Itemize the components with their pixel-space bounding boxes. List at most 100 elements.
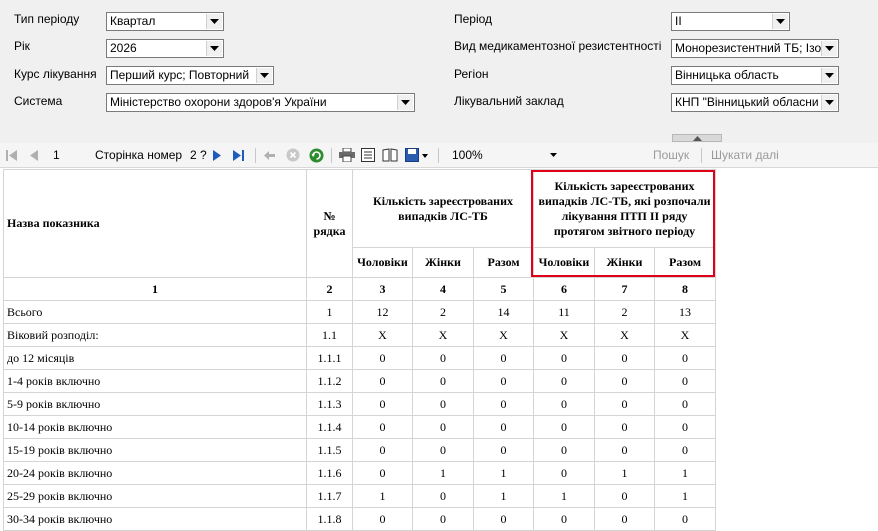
facility-label: Лікувальний заклад	[454, 94, 564, 108]
next-page-icon	[213, 149, 221, 161]
row-number-cell: 1.1.5	[306, 438, 353, 462]
row-number-cell: 1.1.4	[306, 415, 353, 439]
indicator-name-cell: 15-19 років включно	[3, 438, 307, 462]
value-cell: 0	[352, 507, 413, 531]
value-cell: X	[473, 323, 534, 347]
parameters-panel: Тип періоду Квартал Рік 2026 Курс лікува…	[0, 0, 878, 143]
resistance-value: Монорезистентний ТБ; Ізо	[675, 41, 821, 55]
find-button[interactable]: Пошук	[653, 143, 689, 167]
indicator-name-cell: 10-14 років включно	[3, 415, 307, 439]
column-number: 7	[594, 277, 655, 301]
page-setup-button[interactable]	[382, 143, 398, 167]
page-number-input[interactable]: 1	[53, 143, 87, 167]
facility-dropdown[interactable]: КНП "Вінницький обласни	[671, 93, 839, 112]
value-cell: 0	[533, 392, 595, 416]
value-cell: 0	[473, 507, 534, 531]
table-row: Всього 1 12 2 14 11 2 13	[3, 300, 716, 324]
value-cell: 1	[654, 461, 716, 485]
chevron-down-icon	[821, 68, 837, 83]
value-cell: 11	[533, 300, 595, 324]
system-dropdown[interactable]: Міністерство охорони здоров'я України	[106, 93, 415, 112]
find-next-button[interactable]: Шукати далі	[711, 143, 779, 167]
course-label: Курс лікування	[14, 67, 97, 81]
print-button[interactable]	[339, 143, 355, 167]
region-value: Вінницька область	[675, 68, 779, 82]
subheader-cell: Разом	[473, 247, 534, 278]
course-value: Перший курс; Повторний	[110, 68, 250, 82]
region-dropdown[interactable]: Вінницька область	[671, 66, 839, 85]
year-dropdown[interactable]: 2026	[106, 39, 224, 58]
period-dropdown[interactable]: II	[671, 12, 790, 31]
value-cell: 0	[473, 392, 534, 416]
row-number-cell: 1.1.7	[306, 484, 353, 508]
value-cell: 0	[594, 438, 655, 462]
resistance-dropdown[interactable]: Монорезистентний ТБ; Ізо	[671, 39, 839, 58]
system-label: Система	[14, 94, 63, 108]
column-number: 2	[306, 277, 353, 301]
indicator-name-cell: 30-34 років включно	[3, 507, 307, 531]
column-number: 3	[352, 277, 413, 301]
value-cell: 12	[352, 300, 413, 324]
value-cell: 0	[654, 507, 716, 531]
chevron-down-icon	[772, 14, 788, 29]
row-number-cell: 1	[306, 300, 353, 324]
value-cell: 0	[412, 438, 474, 462]
value-cell: 0	[654, 438, 716, 462]
value-cell: X	[533, 323, 595, 347]
report-table: Назва показника № рядка Кількість зареєс…	[3, 169, 716, 531]
chevron-down-icon	[397, 95, 413, 110]
refresh-button[interactable]	[309, 143, 324, 167]
value-cell: 0	[594, 484, 655, 508]
last-page-icon	[233, 149, 244, 161]
value-cell: X	[412, 323, 474, 347]
value-cell: 0	[412, 484, 474, 508]
subheader-cell: Жінки	[594, 247, 655, 278]
back-button[interactable]	[264, 143, 275, 167]
row-number-cell: 1.1.1	[306, 346, 353, 370]
value-cell: 0	[533, 507, 595, 531]
collapse-parameters-button[interactable]	[672, 134, 722, 142]
zoom-dropdown[interactable]: 100%	[445, 143, 557, 167]
value-cell: 0	[473, 369, 534, 393]
course-dropdown[interactable]: Перший курс; Повторний	[106, 66, 274, 85]
first-page-button[interactable]	[6, 143, 18, 167]
column-number: 8	[654, 277, 716, 301]
subheader-cell: Чоловіки	[533, 247, 595, 278]
value-cell: 1	[533, 484, 595, 508]
table-row: Віковий розподіл: 1.1 X X X X X X	[3, 323, 716, 347]
value-cell: 2	[412, 300, 474, 324]
value-cell: 14	[473, 300, 534, 324]
refresh-icon	[309, 148, 324, 162]
value-cell: X	[594, 323, 655, 347]
page-count: 2 ?	[190, 148, 207, 162]
chevron-down-icon	[550, 153, 557, 157]
chevron-down-icon	[821, 41, 837, 56]
indicator-name-cell: 1-4 років включно	[3, 369, 307, 393]
column-number: 6	[533, 277, 595, 301]
value-cell: X	[654, 323, 716, 347]
back-arrow-icon	[264, 150, 275, 160]
value-cell: 0	[412, 392, 474, 416]
value-cell: 0	[473, 438, 534, 462]
value-cell: 0	[473, 415, 534, 439]
next-page-button[interactable]	[212, 143, 221, 167]
print-layout-button[interactable]	[361, 143, 375, 167]
previous-page-button[interactable]	[30, 143, 39, 167]
export-button[interactable]	[405, 143, 429, 167]
table-row: 25-29 років включно 1.1.7 1 0 1 1 0 1	[3, 484, 716, 508]
value-cell: 0	[412, 369, 474, 393]
row-number-cell: 1.1.6	[306, 461, 353, 485]
row-number-cell: 1.1	[306, 323, 353, 347]
page-layout-icon	[361, 148, 375, 162]
year-value: 2026	[110, 41, 137, 55]
chevron-up-icon	[692, 135, 702, 141]
table-row: 15-19 років включно 1.1.5 0 0 0 0 0 0	[3, 438, 716, 462]
stop-button[interactable]	[286, 143, 300, 167]
last-page-button[interactable]	[233, 143, 245, 167]
value-cell: 0	[594, 346, 655, 370]
period-type-dropdown[interactable]: Квартал	[106, 12, 224, 31]
facility-value: КНП "Вінницький обласни	[675, 95, 819, 109]
region-label: Регіон	[454, 67, 489, 81]
previous-page-icon	[30, 149, 38, 161]
book-icon	[382, 148, 398, 162]
